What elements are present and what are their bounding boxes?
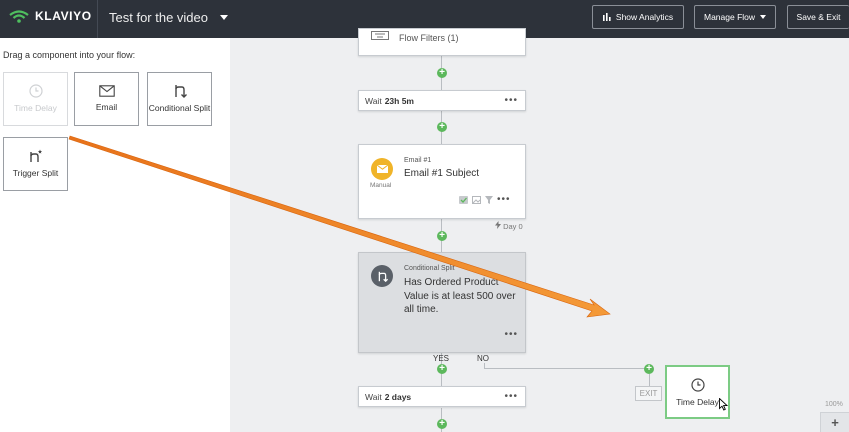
cursor-icon [719,398,728,411]
component-label: Time Delay [14,103,57,113]
day-text: Day 0 [503,222,523,231]
add-step-button[interactable]: + [437,68,447,78]
add-step-button[interactable]: + [437,419,447,429]
split-badge [371,265,393,287]
zoom-level: 100% [825,401,843,408]
more-options-icon[interactable]: ••• [504,391,518,402]
manage-flow-button[interactable]: Manage Flow [694,5,776,29]
no-branch-label: NO [477,354,489,363]
component-label: Trigger Split [12,168,59,178]
clock-icon [28,84,43,98]
more-options-icon[interactable]: ••• [497,195,511,205]
flow-filters-label: Flow Filters (1) [399,33,459,43]
add-step-button[interactable]: + [437,231,447,241]
wait-node[interactable]: Wait 2 days ••• [358,386,526,407]
split-icon [174,85,187,98]
email-tools: ••• [459,195,511,205]
component-panel: Drag a component into your flow: Time De… [0,38,230,432]
email-badge [371,158,393,180]
email-node-label: Email #1 [404,157,432,164]
save-exit-label: Save & Exit [796,12,841,22]
trigger-split-icon [30,149,42,162]
show-analytics-button[interactable]: Show Analytics [592,5,684,29]
add-step-button[interactable]: + [437,364,447,374]
image-icon[interactable] [472,196,481,204]
dragged-time-delay[interactable]: Time Delay [665,365,730,419]
brand-name: KLAVIYO [35,9,92,23]
flow-filters-node[interactable]: Flow Filters (1) [358,28,526,56]
wait-node[interactable]: Wait 23h 5m ••• [358,90,526,111]
chevron-down-icon [760,15,767,19]
email-subject: Email #1 Subject [404,168,480,179]
email-mode-label: Manual [370,182,392,189]
clock-icon [690,377,705,392]
envelope-icon [376,165,388,173]
manage-flow-label: Manage Flow [703,12,756,22]
panel-title: Drag a component into your flow: [3,50,136,60]
save-exit-button[interactable]: Save & Exit [787,5,849,29]
wait-prefix: Wait [365,391,382,402]
klaviyo-logo[interactable]: KLAVIYO [8,9,92,23]
filter-list-icon [371,31,389,40]
yes-branch-label: YES [433,354,450,363]
show-analytics-label: Show Analytics [615,12,674,22]
wait-prefix: Wait [365,95,382,106]
flow-title: Test for the video [109,10,208,25]
envelope-icon [98,85,115,97]
component-label: Email [95,102,118,112]
split-node-label: Conditional Split [404,265,455,272]
split-condition: Has Ordered Product Value is at least 50… [404,277,516,315]
split-icon [378,271,388,282]
topbar-divider [97,0,98,38]
wait-duration: 23h 5m [384,95,414,106]
component-email[interactable]: Email [74,72,139,126]
wait-duration: 2 days [384,391,412,402]
dragged-label: Time Delay [676,396,719,407]
lightning-icon [495,221,501,229]
email-node[interactable]: Manual Email #1 Email #1 Subject ••• [358,144,526,219]
wifi-logo-icon [9,10,29,23]
component-conditional-split[interactable]: Conditional Split [147,72,212,126]
add-step-button[interactable]: + [644,364,654,374]
add-step-button[interactable]: + [437,122,447,132]
component-label: Conditional Split [148,103,211,113]
component-trigger-split[interactable]: Trigger Split [3,137,68,191]
day-label: Day 0 [495,221,523,231]
filter-icon[interactable] [485,196,493,204]
zoom-in-button[interactable]: + [820,412,849,432]
preview-check-icon[interactable] [459,196,468,204]
chevron-down-icon [220,15,228,20]
more-options-icon[interactable]: ••• [504,95,518,106]
bar-chart-icon [602,13,611,21]
conditional-split-node[interactable]: Conditional Split Has Ordered Product Va… [358,252,526,353]
flow-title-dropdown[interactable]: Test for the video [109,10,228,25]
flow-canvas[interactable] [230,38,849,432]
no-branch-line [484,368,648,369]
connector-line [649,374,650,386]
exit-node: EXIT [635,386,662,401]
component-time-delay[interactable]: Time Delay [3,72,68,126]
more-options-icon[interactable]: ••• [504,330,518,340]
